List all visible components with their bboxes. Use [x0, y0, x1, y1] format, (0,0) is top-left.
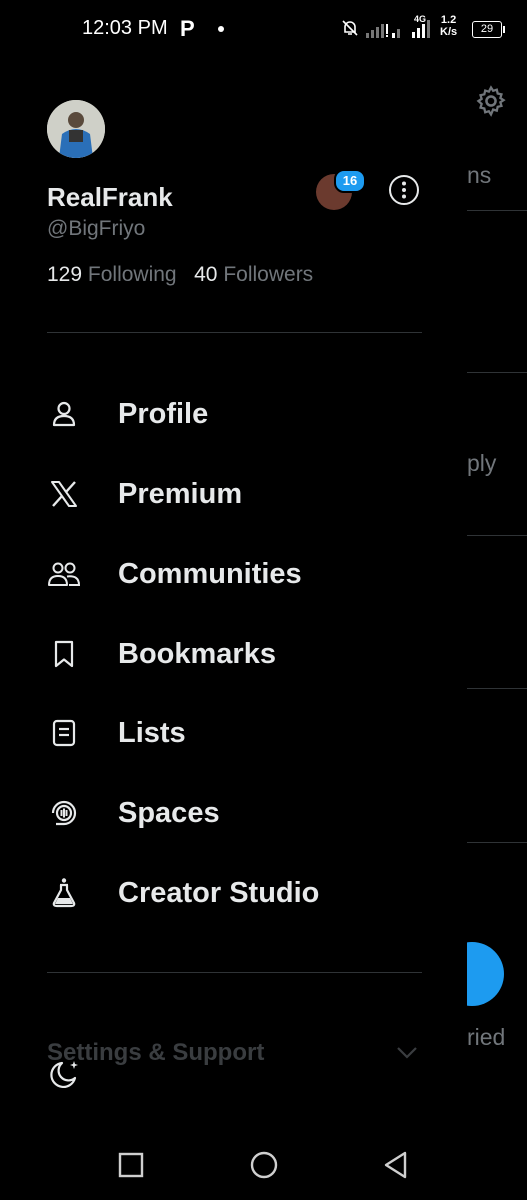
chevron-down-icon [397, 1047, 417, 1059]
x-logo-icon [47, 477, 81, 511]
background-divider [467, 535, 527, 536]
navigation-drawer: 16 RealFrank @BigFriyo 129 Following 40 … [0, 62, 467, 1132]
followers-count: 40 [194, 263, 218, 286]
notification-badge: 16 [334, 169, 366, 193]
avatar[interactable] [47, 100, 105, 158]
signal-icon [366, 24, 400, 38]
nav-label: Bookmarks [118, 637, 276, 670]
network-speed: 1.2 K/s [440, 14, 458, 38]
nav-item-communities[interactable]: Communities [47, 546, 447, 602]
back-button-icon[interactable] [382, 1150, 410, 1180]
dark-mode-icon[interactable] [47, 1058, 81, 1092]
nav-item-profile[interactable]: Profile [47, 386, 447, 442]
followers-link[interactable]: 40 Followers [194, 263, 313, 286]
network-type: 4G [414, 14, 427, 24]
status-time: 12:03 PM [82, 17, 168, 39]
background-divider [467, 210, 527, 211]
user-handle: @BigFriyo [47, 217, 146, 240]
following-count: 129 [47, 263, 83, 286]
nav-item-spaces[interactable]: Spaces [47, 785, 447, 841]
home-button-icon[interactable] [249, 1150, 279, 1180]
communities-icon [47, 557, 81, 591]
nav-item-lists[interactable]: Lists [47, 705, 447, 761]
following-link[interactable]: 129 Following [47, 263, 182, 286]
flask-icon [47, 876, 81, 910]
app-notification-icon: P [180, 16, 195, 41]
background-text: ried [467, 1024, 506, 1050]
followers-label: Followers [223, 263, 314, 286]
nav-label: Communities [118, 557, 302, 590]
background-divider [467, 688, 527, 689]
nav-label: Spaces [118, 796, 220, 829]
person-icon [47, 397, 81, 431]
divider [47, 972, 422, 973]
status-bar: 12:03 PM P 4G 1.2 K/s 29 [0, 0, 527, 62]
following-label: Following [87, 263, 177, 286]
recents-button-icon[interactable] [118, 1152, 144, 1178]
nav-item-creator-studio[interactable]: Creator Studio [47, 865, 447, 921]
nav-item-premium[interactable]: Premium [47, 466, 447, 522]
nav-label: Premium [118, 477, 243, 510]
background-divider [467, 842, 527, 843]
spaces-icon [47, 796, 81, 830]
background-divider [467, 372, 527, 373]
battery-icon: 29 [472, 21, 505, 38]
bookmark-icon [47, 637, 81, 671]
divider [47, 332, 422, 333]
follow-stats: 129 Following 40 Followers [47, 263, 313, 287]
mute-bell-icon [342, 20, 358, 36]
background-text: ns [467, 162, 492, 188]
avatar-image [47, 100, 105, 158]
nav-item-bookmarks[interactable]: Bookmarks [47, 626, 447, 682]
gear-icon [476, 85, 506, 117]
nav-label: Profile [118, 397, 209, 430]
system-nav-bar [0, 1132, 527, 1200]
display-name: RealFrank [47, 182, 173, 212]
more-options-icon[interactable] [388, 174, 420, 206]
background-text: ply [467, 450, 497, 476]
nav-label: Creator Studio [118, 876, 320, 909]
nav-label: Lists [118, 716, 186, 749]
list-icon [47, 716, 81, 750]
notification-dot-icon [218, 26, 224, 32]
